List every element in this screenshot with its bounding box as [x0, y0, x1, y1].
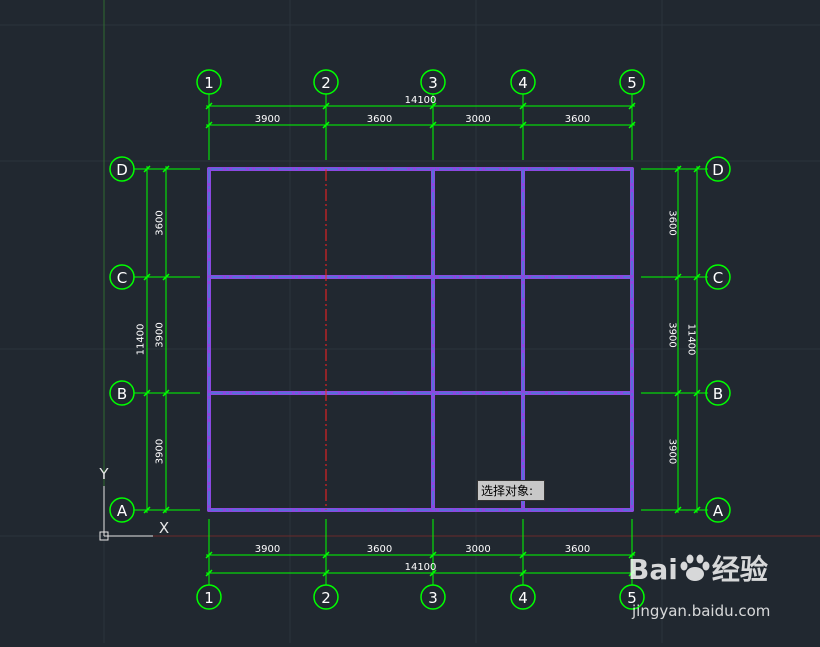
left-dim-spacing-text: 3900: [155, 322, 166, 347]
axis-bubble-label: A: [117, 502, 128, 520]
drawing-canvas[interactable]: 14100 3900 3600 3000 3600 14100 3900 3600 3000 36…: [0, 0, 820, 643]
axis-bubble-left-B: B: [109, 380, 135, 406]
axis-bubble-bottom-4: 4: [510, 584, 536, 610]
axis-bubble-bottom-3: 3: [420, 584, 446, 610]
bottom-dim-spacing-text: 3000: [465, 544, 490, 555]
baidu-jingyan-watermark: Bai 经验 jingyan.baidu.com: [628, 548, 810, 630]
cad-viewport[interactable]: 14100 3900 3600 3000 3600 14100 3900 3600 3000 36…: [0, 0, 820, 643]
ucs-icon: Y X: [98, 465, 169, 541]
axis-bubble-label: 1: [204, 74, 214, 92]
axis-bubble-label: 2: [321, 589, 331, 607]
axis-bubble-top-2: 2: [313, 69, 339, 95]
axis-bubble-label: 3: [428, 589, 438, 607]
baidu-paw-icon: [680, 554, 710, 581]
axis-bubble-left-A: A: [109, 497, 135, 523]
axis-bubble-label: 1: [204, 589, 214, 607]
axis-bubble-label: A: [713, 502, 724, 520]
right-dim-spacing-text: 3600: [667, 210, 678, 235]
left-dim-spacing-text: 3600: [155, 210, 166, 235]
bottom-dim-spacing-text: 3600: [565, 544, 590, 555]
watermark-url: jingyan.baidu.com: [632, 602, 771, 620]
axis-bubble-label: B: [713, 385, 723, 403]
axis-bubble-layer: 1122334455D DC CB BA A: [109, 69, 731, 610]
watermark-brand-right: 经验: [711, 553, 768, 586]
bottom-dim-spacing-text: 3900: [255, 544, 280, 555]
axis-bubble-top-3: 3: [420, 69, 446, 95]
top-dim-spacing-text: 3600: [565, 114, 590, 125]
bottom-dim-spacing-text: 3600: [367, 544, 392, 555]
axis-bubble-right-B: B: [705, 380, 731, 406]
axis-bubble-right-A: A: [705, 497, 731, 523]
top-dim-spacing-text: 3600: [367, 114, 392, 125]
watermark-brand-left: Bai: [628, 553, 678, 586]
axis-bubble-label: C: [713, 269, 723, 287]
axis-bubble-label: 2: [321, 74, 331, 92]
right-dim-spacing-text: 3900: [667, 439, 678, 464]
axis-bubble-label: 3: [428, 74, 438, 92]
axis-bubble-label: B: [117, 385, 127, 403]
axis-bubble-label: D: [116, 161, 128, 179]
beam-layer: [207, 167, 634, 512]
axis-bubble-right-C: C: [705, 264, 731, 290]
right-dim-total-text: 11400: [686, 324, 697, 356]
top-dim-spacing-text: 3900: [255, 114, 280, 125]
axis-bubble-bottom-1: 1: [196, 584, 222, 610]
ucs-x-label: X: [159, 519, 169, 537]
left-dim-spacing-text: 3900: [155, 439, 166, 464]
left-dim-total-text: 11400: [136, 324, 147, 356]
right-dim-spacing-text: 3900: [667, 322, 678, 347]
ucs-y-label: Y: [98, 465, 109, 483]
axis-bubble-label: 4: [518, 589, 528, 607]
axis-bubble-label: 4: [518, 74, 528, 92]
bottom-dim-total-text: 14100: [405, 562, 437, 573]
axis-bubble-label: D: [712, 161, 724, 179]
axis-bubble-left-D: D: [109, 156, 135, 182]
axis-bubble-right-D: D: [705, 156, 731, 182]
axis-bubble-bottom-2: 2: [313, 584, 339, 610]
axis-bubble-top-4: 4: [510, 69, 536, 95]
command-prompt-tooltip: 选择对象:: [477, 480, 545, 501]
axis-bubble-label: 5: [627, 74, 637, 92]
axis-bubble-label: C: [117, 269, 127, 287]
watermark-brand: Bai 经验: [628, 548, 768, 588]
top-dim-spacing-text: 3000: [465, 114, 490, 125]
axis-bubble-top-5: 5: [619, 69, 645, 95]
axis-bubble-top-1: 1: [196, 69, 222, 95]
axis-bubble-left-C: C: [109, 264, 135, 290]
top-dim-total-text: 14100: [405, 95, 437, 106]
